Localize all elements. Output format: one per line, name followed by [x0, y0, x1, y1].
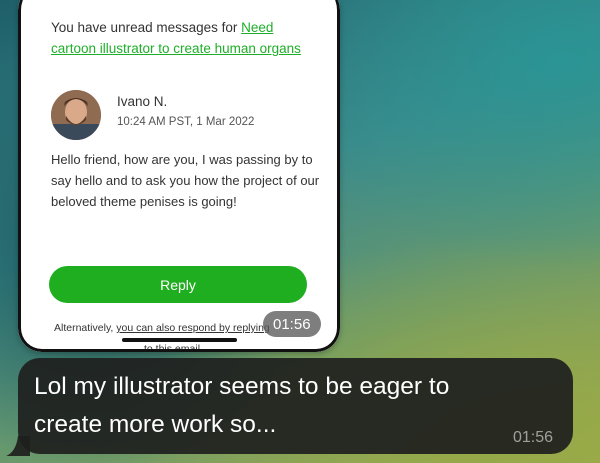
reply-by-email-link[interactable]: you can also respond by replying: [116, 322, 270, 334]
home-indicator: [122, 338, 237, 342]
image-message[interactable]: You have unread messages for Need cartoo…: [18, 0, 340, 352]
avatar: [51, 90, 101, 140]
sender-name: Ivano N.: [117, 94, 168, 109]
email-intro-text: You have unread messages for: [51, 20, 242, 35]
message-text: Lol my illustrator seems to be eager to …: [34, 373, 450, 438]
avatar-photo-icon: [51, 90, 101, 140]
reply-button[interactable]: Reply: [49, 266, 307, 303]
sender-timestamp: 10:24 AM PST, 1 Mar 2022: [117, 116, 255, 128]
text-message[interactable]: Lol my illustrator seems to be eager to …: [18, 358, 573, 454]
alternative-text: Alternatively, you can also respond by r…: [54, 322, 270, 334]
alternative-prefix: Alternatively,: [54, 322, 117, 334]
alternative-suffix: to this email: [144, 343, 201, 352]
email-intro: You have unread messages for Need cartoo…: [51, 17, 321, 59]
image-timestamp: 01:56: [263, 311, 321, 337]
message-timestamp: 01:56: [512, 429, 553, 446]
email-body: Hello friend, how are you, I was passing…: [51, 152, 320, 209]
